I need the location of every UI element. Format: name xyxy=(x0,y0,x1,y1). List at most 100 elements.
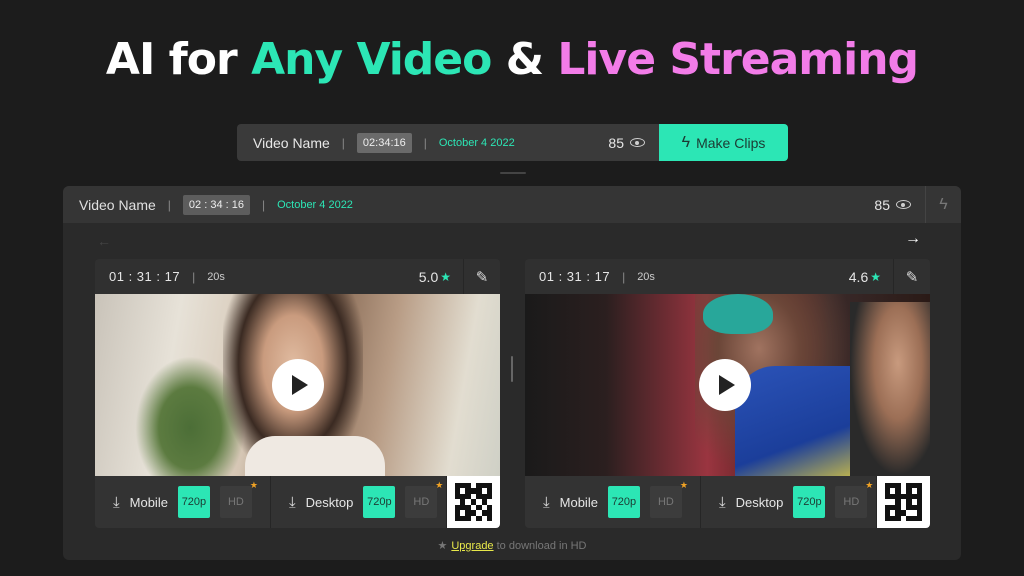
download-mobile[interactable]: ⤓ Mobile 720p HD ★ xyxy=(95,476,271,528)
thumbnail-scene xyxy=(703,294,773,334)
quality-720p[interactable]: 720p xyxy=(363,486,396,518)
clip-rating-value: 4.6 xyxy=(848,268,869,285)
qr-code-icon[interactable] xyxy=(877,476,930,528)
eye-icon xyxy=(630,138,645,147)
quality-hd-label: HD xyxy=(413,496,430,508)
premium-star-icon: ★ xyxy=(435,480,444,490)
quality-hd-label: HD xyxy=(657,496,674,508)
lightning-icon: ϟ xyxy=(939,195,948,213)
premium-star-icon: ★ xyxy=(249,480,258,490)
quality-hd[interactable]: HD ★ xyxy=(649,480,688,518)
view-count-value: 85 xyxy=(608,134,624,151)
download-bar: ⤓ Mobile 720p HD ★ ⤓ Desktop 720p HD ★ xyxy=(95,476,500,528)
clip-length: 20s xyxy=(207,270,225,283)
clip-length: 20s xyxy=(637,270,655,283)
separator: | xyxy=(192,269,196,284)
panel-header: Video Name | 02 : 34 : 16 | October 4 20… xyxy=(63,186,961,223)
download-icon: ⤓ xyxy=(719,493,726,511)
separator: | xyxy=(423,135,427,150)
panel-video-date: October 4 2022 xyxy=(277,198,353,211)
make-clips-label: Make Clips xyxy=(696,134,766,151)
premium-star-icon: ★ xyxy=(865,480,874,490)
download-desktop[interactable]: ⤓ Desktop 720p HD ★ xyxy=(701,476,877,528)
panel-video-name: Video Name xyxy=(79,196,156,213)
clip-start-time: 01 : 31 : 17 xyxy=(109,269,181,284)
quality-720p[interactable]: 720p xyxy=(793,486,826,518)
panel-view-count-value: 85 xyxy=(874,196,890,213)
prev-arrow-icon[interactable]: ← xyxy=(97,233,111,249)
quality-720p[interactable]: 720p xyxy=(607,486,640,518)
play-button[interactable] xyxy=(699,359,751,411)
view-count: 85 xyxy=(608,135,645,151)
clip-rating-value: 5.0 xyxy=(418,268,439,285)
edit-clip-button[interactable]: ✎ xyxy=(893,259,930,294)
download-icon: ⤓ xyxy=(289,493,296,511)
video-date: October 4 2022 xyxy=(438,136,515,149)
next-arrow-icon[interactable]: → xyxy=(905,230,921,248)
mobile-label: Mobile xyxy=(559,494,598,510)
upgrade-link[interactable]: Upgrade xyxy=(451,540,493,552)
panel-duration-badge: 02 : 34 : 16 xyxy=(182,194,250,215)
separator: | xyxy=(167,197,171,212)
make-clips-button[interactable]: ϟ Make Clips xyxy=(659,124,788,161)
download-icon: ⤓ xyxy=(543,493,550,511)
lightning-icon: ϟ xyxy=(681,133,691,151)
quality-hd[interactable]: HD ★ xyxy=(835,480,873,518)
separator: | xyxy=(261,197,266,212)
star-icon: ★ xyxy=(440,269,451,284)
hero-part4: Live Streaming xyxy=(557,34,919,85)
mobile-label: Mobile xyxy=(129,494,168,510)
play-button[interactable] xyxy=(271,359,324,411)
star-icon: ★ xyxy=(437,540,448,552)
desktop-label: Desktop xyxy=(305,494,354,510)
thumbnail-scene xyxy=(850,302,930,476)
clip-header: 01 : 31 : 17 | 20s 5.0 ★ ✎ xyxy=(95,259,500,294)
clip-rating: 4.6 ★ xyxy=(849,269,881,285)
hero-part2: Any Video xyxy=(251,34,492,85)
qr-code-icon[interactable] xyxy=(447,476,500,528)
clip-card-2: 01 : 31 : 17 | 20s 4.6 ★ ✎ ⤓ Mobile 720p… xyxy=(525,259,930,528)
clip-thumbnail[interactable] xyxy=(95,294,500,476)
clip-header: 01 : 31 : 17 | 20s 4.6 ★ ✎ xyxy=(525,259,930,294)
panel-lightning-button[interactable]: ϟ xyxy=(925,186,961,223)
thumbnail-scene xyxy=(245,436,385,476)
clip-rating: 5.0 ★ xyxy=(419,269,451,285)
duration-badge: 02:34:16 xyxy=(356,132,412,153)
premium-star-icon: ★ xyxy=(679,480,688,490)
qr-code-pattern xyxy=(454,483,493,521)
video-summary-bar: Video Name | 02:34:16 | October 4 2022 8… xyxy=(237,124,788,161)
hero-part1: AI for xyxy=(105,34,252,85)
separator: | xyxy=(622,269,626,284)
quality-720p[interactable]: 720p xyxy=(177,486,210,518)
download-icon: ⤓ xyxy=(113,493,120,511)
carousel-divider xyxy=(511,356,513,382)
play-icon xyxy=(291,375,308,395)
hero-title: AI for Any Video & Live Streaming xyxy=(0,34,1024,85)
edit-clip-button[interactable]: ✎ xyxy=(463,259,500,294)
clips-panel: Video Name | 02 : 34 : 16 | October 4 20… xyxy=(63,186,961,560)
quality-hd-label: HD xyxy=(227,496,244,508)
video-name: Video Name xyxy=(253,134,330,151)
hero-part3: & xyxy=(491,34,558,85)
download-desktop[interactable]: ⤓ Desktop 720p HD ★ xyxy=(271,476,447,528)
drag-handle[interactable] xyxy=(500,172,526,174)
upgrade-text: to download in HD xyxy=(493,540,587,552)
qr-code-pattern xyxy=(884,483,923,521)
clip-start-time: 01 : 31 : 17 xyxy=(539,269,611,284)
clip-card-1: 01 : 31 : 17 | 20s 5.0 ★ ✎ ⤓ Mobile 720p… xyxy=(95,259,500,528)
eye-icon xyxy=(896,200,911,209)
desktop-label: Desktop xyxy=(735,494,784,510)
pencil-icon: ✎ xyxy=(475,268,489,286)
upgrade-notice: ★ Upgrade to download in HD xyxy=(63,539,961,552)
play-icon xyxy=(719,375,735,395)
clip-thumbnail[interactable] xyxy=(525,294,930,476)
quality-hd[interactable]: HD ★ xyxy=(405,480,443,518)
download-bar: ⤓ Mobile 720p HD ★ ⤓ Desktop 720p HD ★ xyxy=(525,476,930,528)
quality-hd[interactable]: HD ★ xyxy=(219,480,258,518)
separator: | xyxy=(341,135,345,150)
pencil-icon: ✎ xyxy=(905,268,919,286)
star-icon: ★ xyxy=(870,269,881,284)
quality-hd-label: HD xyxy=(843,496,860,508)
panel-view-count: 85 xyxy=(874,197,911,213)
download-mobile[interactable]: ⤓ Mobile 720p HD ★ xyxy=(525,476,701,528)
